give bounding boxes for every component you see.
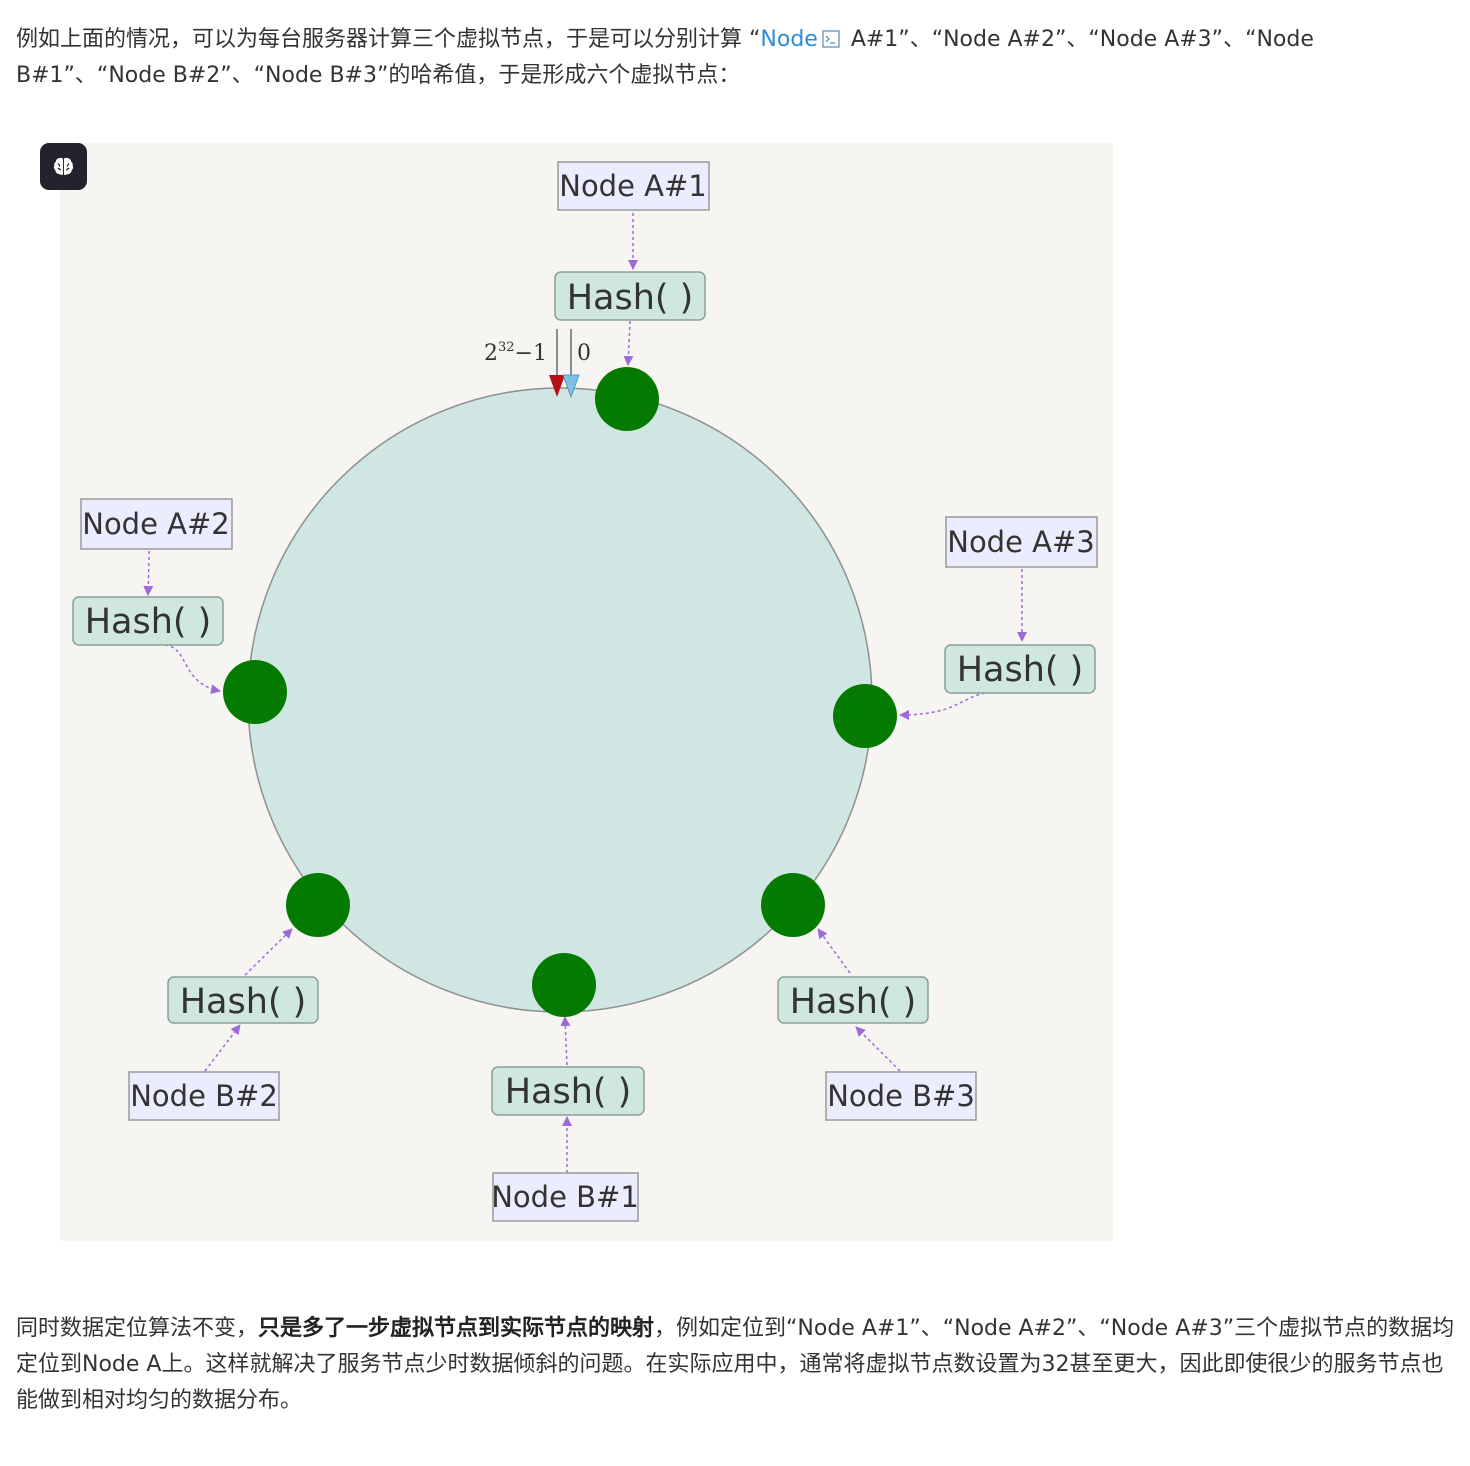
terminal-icon[interactable]	[822, 24, 840, 48]
conclusion-paragraph: 同时数据定位算法不变，只是多了一步虚拟节点到实际节点的映射，例如定位到“Node…	[16, 1311, 1456, 1419]
edge-b2-node-hash	[204, 1024, 241, 1072]
hash-b3-label: Hash( )	[790, 982, 917, 1022]
node-b3-label: Node B#3	[827, 1079, 975, 1113]
intro-text-before: 例如上面的情况，可以为每台服务器计算三个虚拟节点，于是可以分别计算 “	[16, 27, 761, 52]
edge-b3-node-hash	[855, 1026, 901, 1072]
virtual-node-a1	[595, 367, 659, 431]
edge-a2-hash-ring	[164, 644, 221, 695]
virtual-node-b1	[532, 953, 596, 1017]
edge-b3-hash-ring	[817, 928, 851, 974]
virtual-node-b2	[286, 873, 350, 937]
intro-paragraph: 例如上面的情况，可以为每台服务器计算三个虚拟节点，于是可以分别计算 “Node …	[16, 22, 1456, 94]
zero-label: 0	[577, 341, 591, 366]
node-b2-label: Node B#2	[130, 1079, 278, 1113]
node-a3-label: Node A#3	[947, 525, 1095, 559]
hash-ring-diagram: 232−1 0 Node A#1 Hash( ) Node A#2 Hash( …	[72, 161, 1098, 1222]
node-a1-group: Node A#1 Hash( )	[554, 161, 710, 321]
node-a2-group: Node A#2 Hash( )	[72, 498, 233, 646]
edge-b1-hash-ring	[560, 1016, 571, 1066]
conclusion-text-1: 同时数据定位算法不变，	[16, 1316, 259, 1341]
virtual-node-b3	[761, 873, 825, 937]
node-link[interactable]: Node	[760, 27, 817, 52]
virtual-node-a2	[223, 660, 287, 724]
hash-b1-label: Hash( )	[505, 1072, 632, 1112]
node-a2-label: Node A#2	[82, 507, 230, 541]
virtual-node-a3	[833, 684, 897, 748]
ai-explain-button[interactable]	[40, 143, 87, 190]
node-a1-label: Node A#1	[559, 169, 707, 203]
edge-b2-hash-ring	[244, 928, 293, 976]
ring-origin-marker: 232−1 0	[484, 329, 591, 399]
node-b1-group: Hash( ) Node B#1	[491, 1066, 645, 1222]
edge-a1-hash-ring	[623, 320, 634, 366]
consistent-hash-ring-figure: 232−1 0 Node A#1 Hash( ) Node A#2 Hash( …	[60, 143, 1113, 1241]
hash-b2-label: Hash( )	[180, 982, 307, 1022]
node-b1-label: Node B#1	[491, 1180, 639, 1214]
node-b2-group: Hash( ) Node B#2	[128, 976, 319, 1121]
edge-a3-hash-ring	[899, 692, 986, 720]
max-value-label: 232−1	[484, 340, 547, 366]
node-a3-group: Node A#3 Hash( )	[944, 516, 1098, 694]
hash-a3-label: Hash( )	[957, 650, 1084, 690]
hash-a2-label: Hash( )	[85, 602, 212, 642]
hash-a1-label: Hash( )	[567, 278, 694, 318]
conclusion-bold-text: 只是多了一步虚拟节点到实际节点的映射	[258, 1316, 655, 1341]
brain-icon	[53, 157, 74, 175]
